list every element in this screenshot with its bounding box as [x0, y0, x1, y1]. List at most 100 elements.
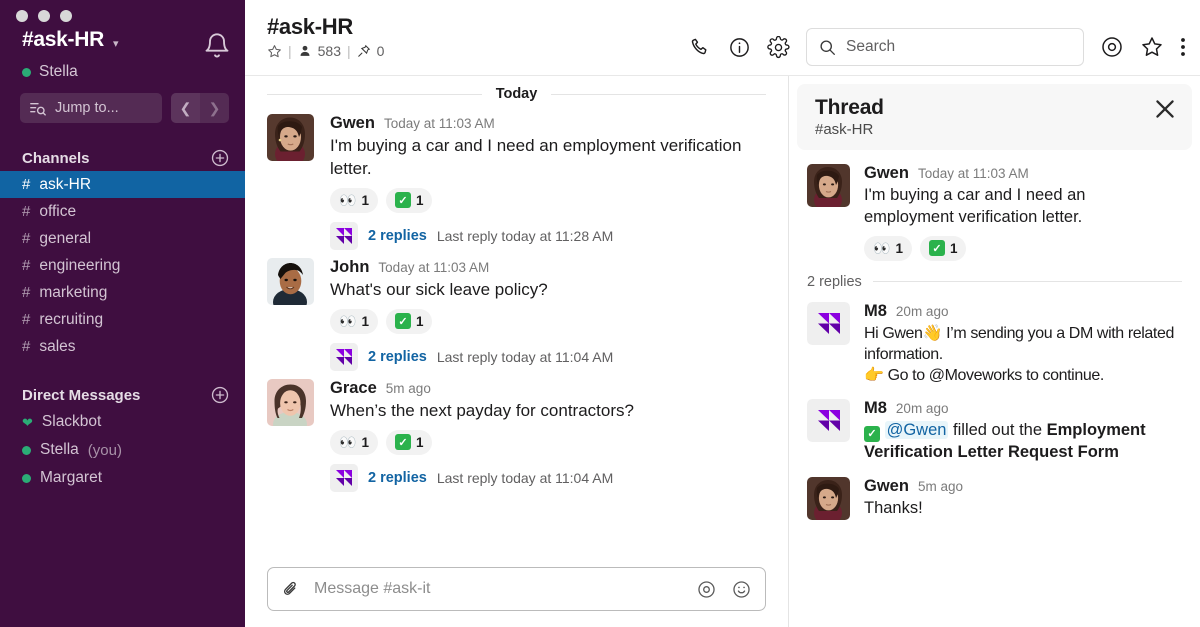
channel-label: engineering — [39, 257, 120, 275]
message-timestamp: 5m ago — [386, 381, 431, 396]
dm-item-stella[interactable]: Stella(you) — [0, 436, 245, 464]
thread-replies-row[interactable]: 2 repliesLast reply today at 11:04 AM — [330, 464, 768, 492]
add-channel-button[interactable] — [211, 149, 229, 167]
jump-search-icon — [30, 101, 46, 116]
add-dm-button[interactable] — [211, 386, 229, 404]
thread-reply-head: Gwen 5m ago — [864, 477, 1184, 496]
message-item: Grace5m agoWhen’s the next payday for co… — [245, 371, 788, 492]
message-author: M8 — [864, 302, 887, 321]
topbar-actions: Search — [689, 14, 1186, 66]
reaction-eyes[interactable]: 👀 1 — [864, 236, 912, 261]
eyes-emoji-icon: 👀 — [339, 435, 356, 449]
chevron-right-icon[interactable]: ❯ — [200, 93, 229, 123]
sidebar-item-marketing[interactable]: #marketing — [0, 279, 245, 306]
message-timestamp: 20m ago — [896, 401, 949, 416]
message-author: M8 — [864, 399, 887, 418]
window-traffic-lights[interactable] — [0, 0, 245, 22]
jump-to-input[interactable]: Jump to... — [20, 93, 162, 123]
sidebar-item-office[interactable]: #office — [0, 198, 245, 225]
white-check-mark-icon: ✓ — [864, 426, 880, 442]
thread-body[interactable]: Gwen Today at 11:03 AM I'm buying a car … — [789, 150, 1200, 627]
close-window-button[interactable] — [16, 10, 28, 22]
thread-root-head: Gwen Today at 11:03 AM — [864, 164, 1184, 183]
kebab-menu-icon[interactable] — [1180, 35, 1186, 59]
user-mention[interactable]: @Gwen — [885, 421, 949, 439]
chevron-left-icon[interactable]: ❮ — [171, 93, 200, 123]
minimize-window-button[interactable] — [38, 10, 50, 22]
sidebar-item-ask-hr[interactable]: #ask-HR — [0, 171, 245, 198]
maximize-window-button[interactable] — [60, 10, 72, 22]
white-check-mark-icon: ✓ — [395, 192, 411, 208]
smiley-icon[interactable] — [731, 579, 752, 600]
dm-item-slackbot[interactable]: ❤Slackbot — [0, 408, 245, 436]
search-icon — [819, 39, 836, 56]
slack-window: #ask-HR ▾ Stella — [0, 0, 1200, 627]
hash-icon: # — [22, 284, 30, 301]
hash-icon: # — [22, 257, 30, 274]
info-circle-icon[interactable] — [728, 36, 751, 59]
last-reply-time: Last reply today at 11:28 AM — [437, 228, 613, 244]
reaction-eyes[interactable]: 👀1 — [330, 309, 378, 334]
dm-section-header: Direct Messages — [0, 386, 245, 404]
sidebar-item-sales[interactable]: # sales — [0, 333, 245, 360]
phone-icon[interactable] — [689, 36, 712, 59]
reaction-count: 1 — [361, 193, 369, 208]
heart-icon: ❤ — [22, 416, 33, 429]
main-content: #ask-HR | 583 | — [245, 0, 1200, 627]
chevron-down-icon: ▾ — [113, 37, 119, 50]
message-text: ✓ @Gwen filled out the Employment Verifi… — [864, 420, 1184, 464]
composer: Message #ask-it — [245, 557, 788, 627]
message-scroll-area[interactable]: Today GwenToday at 11:03 AMI'm buying a … — [245, 76, 788, 557]
gear-icon[interactable] — [767, 36, 790, 59]
reaction-list: 👀1✓1 — [330, 430, 768, 455]
thread-header-text: Thread #ask-HR — [815, 96, 884, 138]
moveworks-logo-icon — [330, 343, 358, 371]
replies-link[interactable]: 2 replies — [368, 228, 427, 244]
sidebar-item-general[interactable]: #general — [0, 225, 245, 252]
jump-to-row: Jump to... ❮ ❯ — [0, 81, 245, 123]
reaction-check[interactable]: ✓ 1 — [920, 236, 967, 261]
paperclip-icon[interactable] — [281, 580, 300, 599]
members-icon[interactable] — [298, 44, 312, 58]
thread-reply-head: M8 20m ago — [864, 399, 1184, 418]
sidebar-item-recruiting[interactable]: #recruiting — [0, 306, 245, 333]
pins-count: 0 — [377, 43, 385, 59]
reaction-check[interactable]: ✓1 — [386, 309, 433, 334]
target-circle-icon[interactable] — [696, 579, 717, 600]
history-nav-buttons: ❮ ❯ — [171, 93, 229, 123]
workspace-switcher[interactable]: #ask-HR ▾ — [22, 28, 118, 52]
message-author: John — [330, 258, 369, 277]
moveworks-logo-icon — [330, 464, 358, 492]
thread-reply: M8 20m ago ✓ @Gwen filled out the Employ… — [789, 387, 1200, 464]
dm-item-margaret[interactable]: Margaret — [0, 464, 245, 492]
replies-link[interactable]: 2 replies — [368, 349, 427, 365]
channel-list: #ask-HR#office#general # engineering #marke… — [0, 171, 245, 360]
star-outline-icon[interactable] — [267, 44, 282, 59]
message-list-column: Today GwenToday at 11:03 AMI'm buying a … — [245, 76, 788, 627]
channel-label: sales — [39, 338, 75, 356]
close-x-icon[interactable] — [1152, 96, 1178, 122]
thread-root-message: Gwen Today at 11:03 AM I'm buying a car … — [789, 156, 1200, 261]
bell-icon[interactable] — [203, 32, 231, 60]
channel-meta: | 583 | 0 — [267, 43, 384, 59]
thread-reply: Gwen 5m ago Thanks! — [789, 464, 1200, 520]
reaction-eyes[interactable]: 👀1 — [330, 188, 378, 213]
pin-icon[interactable] — [357, 44, 371, 58]
reaction-check[interactable]: ✓1 — [386, 430, 433, 455]
replies-link[interactable]: 2 replies — [368, 470, 427, 486]
thread-replies-row[interactable]: 2 replies Last reply today at 11:28 AM — [330, 222, 768, 250]
star-outline-icon[interactable] — [1140, 35, 1164, 59]
message-input[interactable]: Message #ask-it — [267, 567, 766, 611]
reaction-count: 1 — [416, 435, 424, 450]
search-input[interactable]: Search — [806, 28, 1084, 66]
hash-icon: # — [22, 338, 30, 355]
target-circle-icon[interactable] — [1100, 35, 1124, 59]
thread-replies-row[interactable]: 2 repliesLast reply today at 11:04 AM — [330, 343, 768, 371]
moveworks-logo-icon — [807, 399, 850, 442]
message-text: I'm buying a car and I need an employmen… — [330, 135, 768, 181]
reaction-check[interactable]: ✓1 — [386, 188, 433, 213]
reaction-eyes[interactable]: 👀1 — [330, 430, 378, 455]
sidebar-item-engineering[interactable]: # engineering — [0, 252, 245, 279]
message-timestamp: 5m ago — [918, 479, 963, 494]
reply-line-1-pre: Hi Gwen — [864, 325, 923, 342]
